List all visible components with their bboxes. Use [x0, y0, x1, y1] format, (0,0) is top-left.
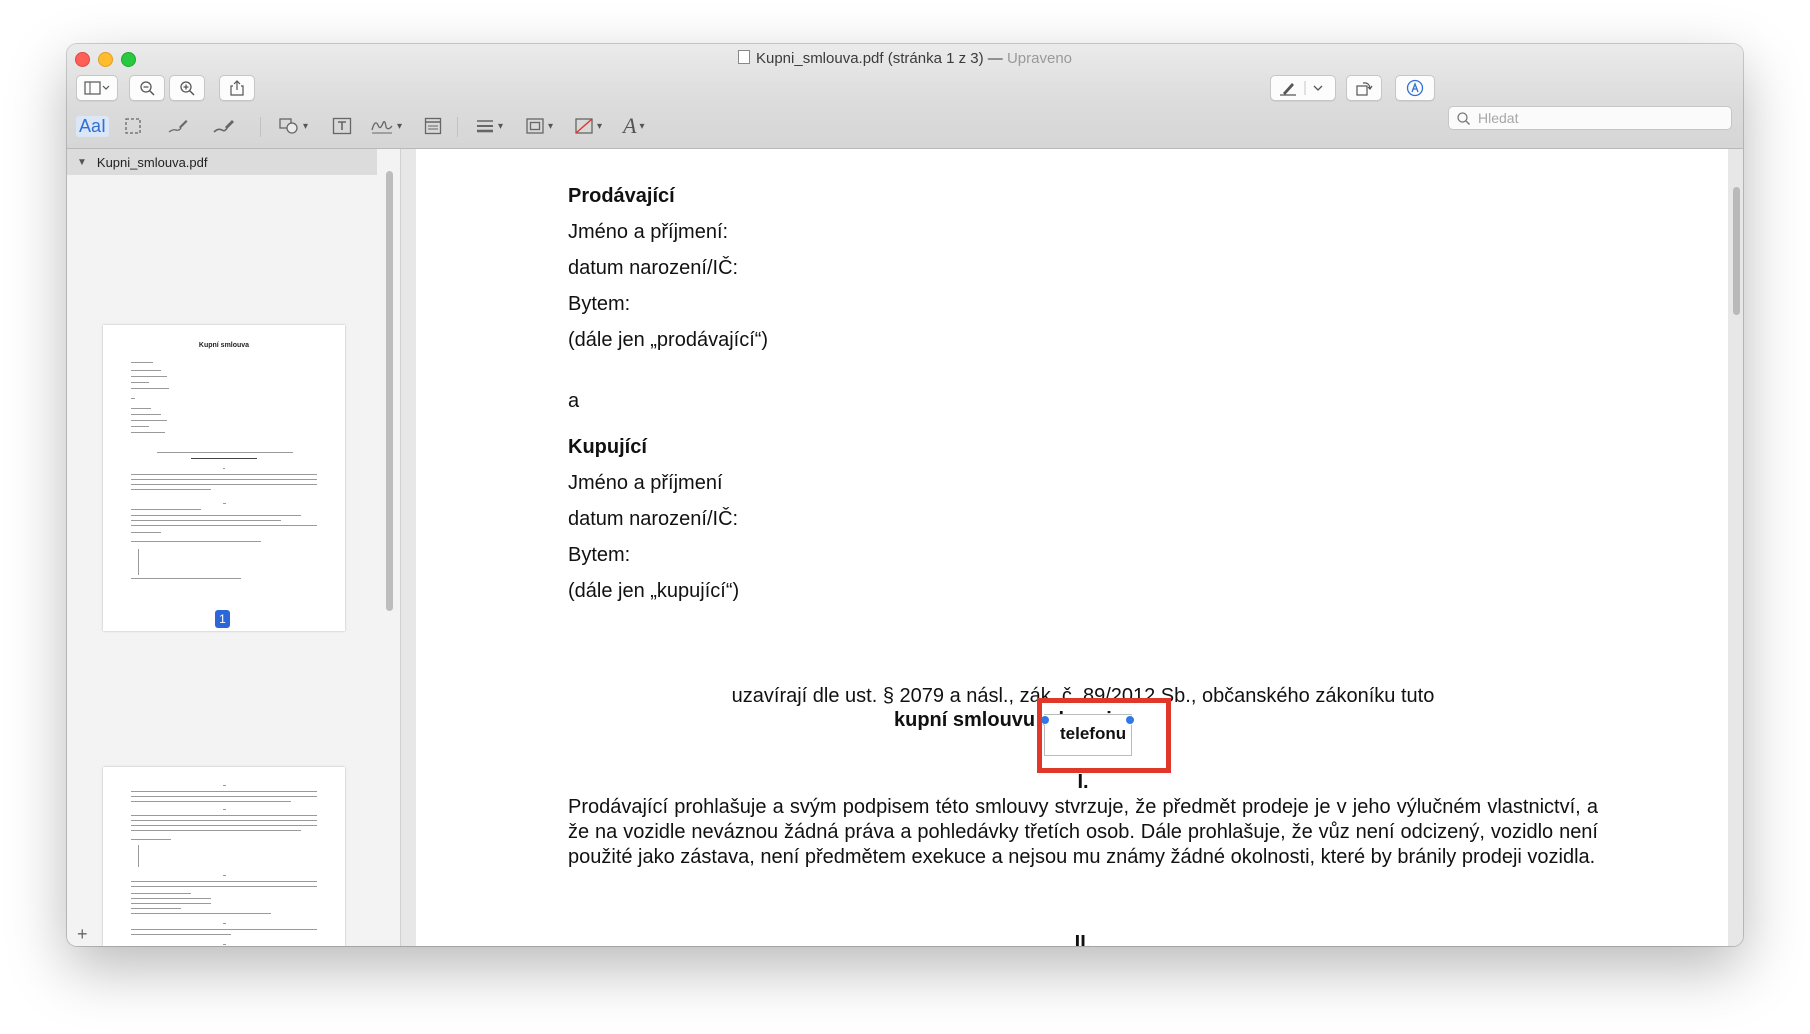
fill-color-tool[interactable]: ▾	[574, 114, 602, 138]
toolbar-separator	[260, 117, 261, 137]
toolbar-separator	[457, 117, 458, 137]
thumbnail-sidebar: ▼ Kupni_smlouva.pdf Kupní smlouva 1 +	[67, 149, 401, 946]
border-color-icon	[526, 118, 544, 134]
sidebar-toggle-button[interactable]	[76, 75, 118, 101]
chevron-down-icon: ▾	[548, 120, 554, 132]
seller-reference: (dále jen „prodávající“)	[568, 329, 769, 351]
markup-toolbar: AaI ▾ ▾ ▾ ▾ ▾ A ▾	[67, 112, 1743, 142]
section-1-paragraph: Prodávající prohlašuje a svým podpisem t…	[568, 796, 1598, 868]
buyer-reference: (dále jen „kupující“)	[568, 580, 740, 602]
line-style-tool[interactable]: ▾	[475, 114, 503, 138]
text-box-icon	[332, 117, 352, 135]
zoom-out-icon	[140, 81, 155, 96]
main-toolbar	[67, 75, 1743, 130]
text-selection-label: AaI	[76, 115, 110, 137]
chevron-down-icon: ▾	[597, 120, 603, 132]
signature-tool[interactable]: ▾	[370, 114, 402, 138]
pdf-page: Prodávající Jméno a příjmení: datum naro…	[416, 149, 1728, 946]
document-scrollbar[interactable]	[1733, 187, 1740, 315]
buyer-address-label: Bytem:	[568, 544, 631, 566]
zoom-in-button[interactable]	[169, 75, 205, 101]
chevron-down-icon: ▾	[397, 120, 403, 132]
sidebar-doc-name: Kupni_smlouva.pdf	[96, 154, 208, 170]
rectangle-selection-icon	[125, 118, 141, 134]
chevron-down-icon: ▾	[303, 120, 309, 132]
fill-color-icon	[575, 118, 593, 134]
window-title: Kupni_smlouva.pdf (stránka 1 z 3) — Upra…	[67, 50, 1743, 67]
title-filename: Kupni_smlouva.pdf	[755, 50, 884, 67]
zoom-out-button[interactable]	[129, 75, 165, 101]
line-style-icon	[477, 120, 493, 133]
share-icon	[230, 80, 244, 96]
title-status: Upraveno	[1006, 50, 1073, 67]
pdf-document-icon	[737, 50, 750, 64]
note-tool[interactable]	[424, 114, 442, 138]
section-2-heading: II.	[1074, 932, 1092, 946]
disclosure-triangle-icon[interactable]: ▼	[77, 157, 87, 168]
page-thumbnail-1[interactable]: Kupní smlouva	[103, 325, 345, 631]
shapes-tool[interactable]: ▾	[278, 114, 308, 138]
page-number-badge: 1	[215, 610, 230, 628]
markup-pen-button[interactable]	[1270, 75, 1336, 101]
signature-icon	[371, 121, 393, 134]
title-page-info: (stránka 1 z 3)	[887, 50, 984, 67]
draw-tool[interactable]	[212, 114, 236, 138]
document-view: Prodávající Jméno a příjmení: datum naro…	[401, 149, 1743, 946]
seller-name-label: Jméno a příjmení:	[568, 221, 729, 243]
seller-heading: Prodávající	[568, 185, 675, 207]
chevron-down-icon: ▾	[639, 120, 645, 132]
seller-address-label: Bytem:	[568, 293, 631, 315]
text-style-tool[interactable]: A ▾	[623, 113, 645, 138]
rect-selection-tool[interactable]	[124, 114, 142, 138]
seller-birth-label: datum narození/IČ:	[568, 257, 739, 279]
draw-icon	[213, 120, 234, 133]
preview-window: Kupni_smlouva.pdf (stránka 1 z 3) — Upra…	[67, 44, 1743, 946]
text-box-tool[interactable]	[332, 114, 352, 138]
border-color-tool[interactable]: ▾	[525, 114, 553, 138]
add-page-icon[interactable]: +	[77, 924, 88, 945]
sketch-icon	[168, 120, 188, 133]
document-content: Prodávající Jméno a příjmení: datum naro…	[416, 149, 1728, 946]
zoom-in-icon	[180, 81, 195, 96]
sidebar-icon	[84, 81, 110, 95]
pen-icon	[1280, 81, 1323, 96]
sketch-tool[interactable]	[167, 114, 189, 138]
text-selection-tool[interactable]: AaI	[76, 114, 110, 138]
buyer-heading: Kupující	[568, 436, 647, 458]
shapes-icon	[279, 118, 298, 134]
text-style-icon: A	[623, 113, 637, 138]
toolbar-area: Kupni_smlouva.pdf (stránka 1 z 3) — Upra…	[67, 44, 1743, 149]
note-icon	[424, 117, 442, 135]
thumbnail-title: Kupní smlouva	[198, 342, 250, 349]
sidebar-document-row[interactable]: ▼ Kupni_smlouva.pdf	[67, 149, 377, 175]
rotate-button[interactable]	[1346, 75, 1382, 101]
page-thumbnail-2[interactable]	[103, 767, 345, 946]
title-separator: —	[983, 50, 1007, 67]
sidebar-scrollbar[interactable]	[386, 171, 393, 611]
buyer-name-label: Jméno a příjmení	[568, 472, 723, 494]
chevron-down-icon: ▾	[498, 120, 504, 132]
and-text: a	[568, 390, 580, 412]
markup-toolbar-button[interactable]	[1395, 75, 1435, 101]
markup-icon	[1406, 79, 1424, 97]
rotate-icon	[1356, 82, 1373, 96]
highlight-box	[1037, 698, 1171, 773]
section-1-heading: I.	[1077, 771, 1089, 793]
share-button[interactable]	[219, 75, 255, 101]
buyer-birth-label: datum narození/IČ:	[568, 508, 739, 530]
